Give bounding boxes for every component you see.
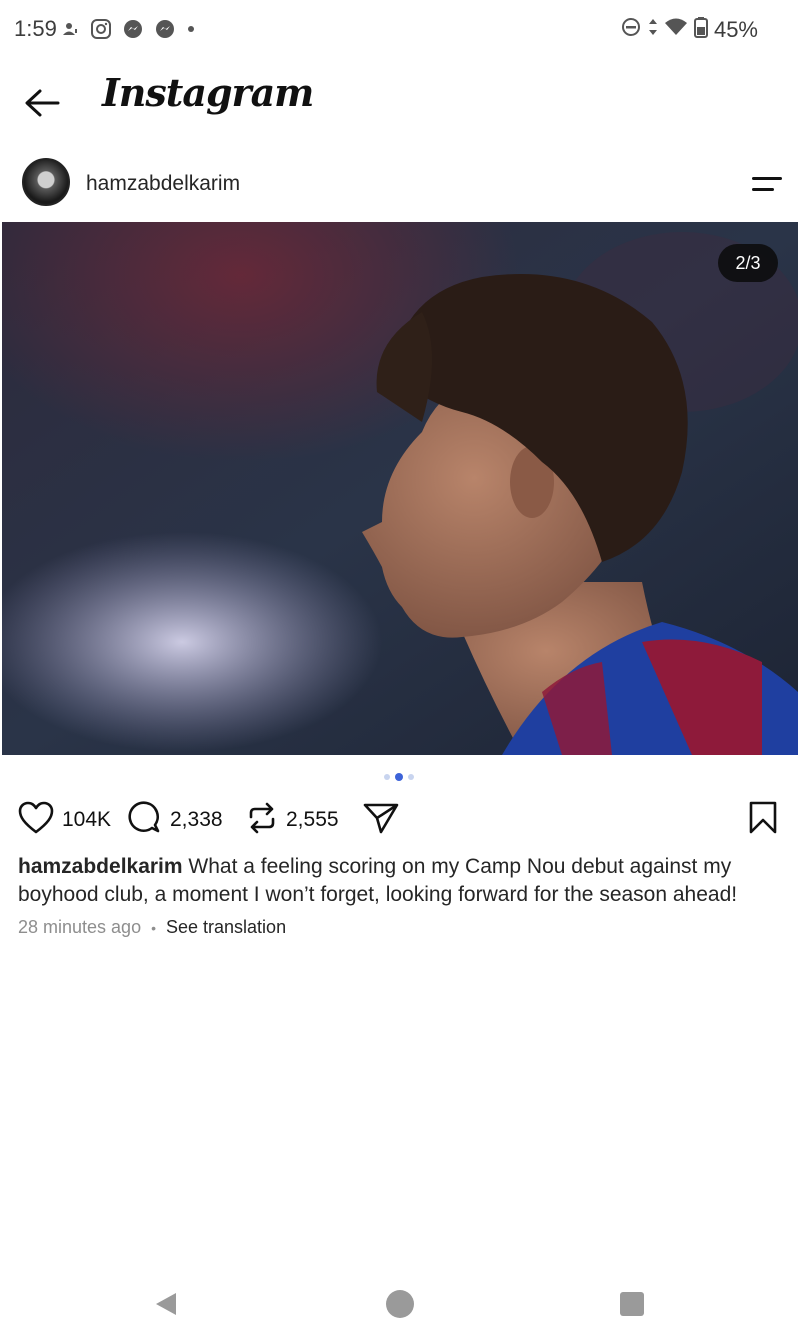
system-icons: 45% bbox=[620, 16, 758, 43]
like-button[interactable]: 104K bbox=[18, 800, 111, 840]
post-image[interactable]: 2/3 bbox=[2, 222, 798, 755]
image-counter-badge: 2/3 bbox=[718, 244, 778, 282]
repost-count: 2,555 bbox=[286, 808, 339, 831]
account-alert-icon bbox=[60, 19, 80, 39]
status-time: 1:59 bbox=[14, 16, 57, 41]
comment-button[interactable]: 2,338 bbox=[128, 800, 223, 840]
battery-icon bbox=[693, 16, 708, 43]
dot-icon bbox=[186, 24, 196, 34]
data-arrows-icon bbox=[648, 16, 658, 43]
save-button[interactable] bbox=[748, 800, 778, 840]
menu-icon[interactable] bbox=[750, 174, 784, 194]
messenger-icon bbox=[154, 18, 176, 40]
heart-icon bbox=[18, 801, 54, 840]
action-bar: 104K 2,338 2,555 bbox=[0, 800, 800, 840]
repost-icon bbox=[246, 801, 278, 840]
avatar[interactable] bbox=[22, 158, 70, 206]
wifi-icon bbox=[664, 17, 688, 42]
meta-separator: • bbox=[151, 919, 156, 936]
comment-count: 2,338 bbox=[170, 808, 223, 831]
post-timestamp: 28 minutes ago bbox=[18, 917, 142, 937]
app-header: Instagram bbox=[0, 62, 800, 142]
carousel-indicator bbox=[384, 773, 414, 781]
carousel-dot-active bbox=[395, 773, 403, 781]
battery-percentage: 45% bbox=[713, 16, 758, 42]
instagram-icon bbox=[90, 18, 112, 40]
notification-icons bbox=[60, 18, 196, 40]
status-bar: 1:59 45% bbox=[0, 0, 800, 58]
bookmark-icon bbox=[748, 801, 778, 840]
caption-username[interactable]: hamzabdelkarim bbox=[18, 855, 183, 878]
send-icon bbox=[362, 801, 400, 840]
back-arrow-icon[interactable] bbox=[22, 86, 62, 120]
post-username[interactable]: hamzabdelkarim bbox=[86, 172, 240, 196]
post-caption: hamzabdelkarim What a feeling scoring on… bbox=[18, 853, 788, 909]
see-translation-link[interactable]: See translation bbox=[166, 917, 286, 938]
post-header: hamzabdelkarim bbox=[0, 152, 800, 214]
system-nav-bar bbox=[0, 1280, 800, 1328]
do-not-disturb-icon bbox=[620, 16, 642, 43]
nav-recents-icon[interactable] bbox=[620, 1292, 644, 1316]
messenger-icon bbox=[122, 18, 144, 40]
repost-button[interactable]: 2,555 bbox=[246, 800, 339, 840]
comment-icon bbox=[128, 800, 162, 840]
nav-back-icon[interactable] bbox=[152, 1290, 180, 1323]
share-button[interactable] bbox=[362, 800, 400, 840]
nav-home-icon[interactable] bbox=[386, 1290, 414, 1318]
app-title: Instagram bbox=[102, 70, 314, 115]
carousel-dot bbox=[408, 774, 414, 780]
carousel-dot bbox=[384, 774, 390, 780]
post-meta: 28 minutes ago • See translation bbox=[18, 917, 286, 938]
like-count: 104K bbox=[62, 808, 112, 831]
